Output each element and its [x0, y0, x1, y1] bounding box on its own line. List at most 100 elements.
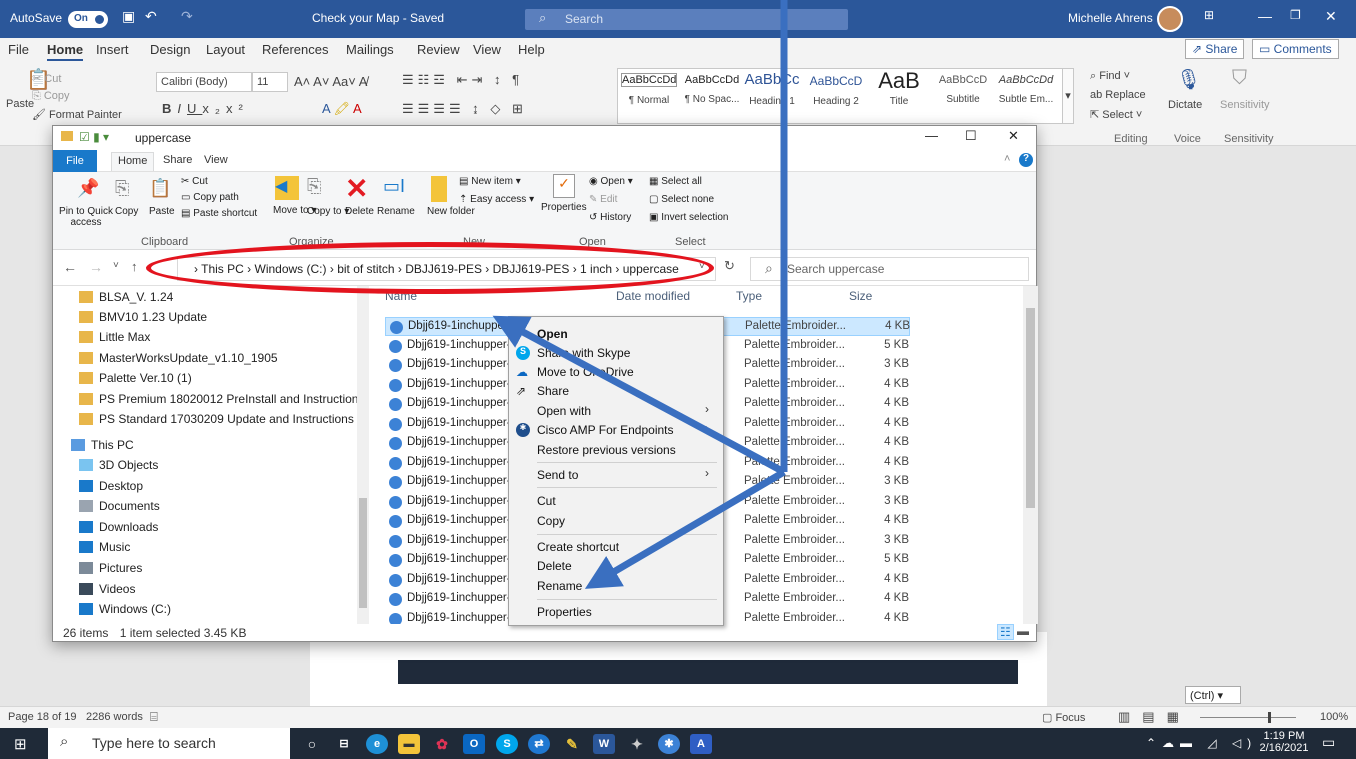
- menu-item-share[interactable]: Share: [537, 384, 569, 398]
- minimize-icon[interactable]: —: [925, 128, 938, 143]
- back-icon[interactable]: ←: [63, 259, 77, 275]
- menu-review[interactable]: Review: [417, 42, 460, 57]
- new-item-button[interactable]: ▤ New item ▾: [459, 176, 521, 187]
- menu-view[interactable]: View: [473, 42, 501, 57]
- skype-icon[interactable]: S: [496, 734, 518, 754]
- sidebar-item[interactable]: Downloads: [79, 520, 158, 534]
- outlook-icon[interactable]: O: [463, 734, 485, 754]
- new-folder-button[interactable]: New folder: [427, 206, 475, 217]
- column-header-type[interactable]: Type: [736, 289, 762, 303]
- refresh-icon[interactable]: ↻: [724, 258, 735, 274]
- font-size-select[interactable]: 11: [252, 72, 288, 92]
- properties-button[interactable]: Properties: [541, 202, 587, 213]
- zoom-slider[interactable]: [1200, 717, 1296, 718]
- zoom-slider-thumb[interactable]: [1268, 712, 1271, 723]
- navigation-pane[interactable]: BLSA_V. 1.24 BMV10 1.23 Update Little Max M…: [53, 286, 371, 624]
- file-explorer-icon[interactable]: ▬: [398, 734, 420, 754]
- copy-button[interactable]: ⎘ Copy: [32, 90, 70, 103]
- undo-icon[interactable]: ↶: [145, 8, 157, 25]
- sidebar-item[interactable]: BMV10 1.23 Update: [79, 310, 207, 324]
- restore-icon[interactable]: ❐: [1290, 8, 1301, 22]
- menu-item-rename[interactable]: Rename: [537, 579, 582, 593]
- focus-button[interactable]: ▢ Focus: [1042, 711, 1085, 724]
- task-view-icon[interactable]: ⊟: [333, 734, 355, 754]
- embroidery-app-icon[interactable]: ✿: [431, 734, 453, 754]
- sidebar-item[interactable]: BLSA_V. 1.24: [79, 290, 173, 304]
- cut-button[interactable]: ✂ Cut: [32, 72, 61, 85]
- paint-app-icon[interactable]: ✎: [561, 734, 583, 754]
- style-heading-1[interactable]: AaBbCc Heading 1: [742, 68, 802, 124]
- sensitivity-icon[interactable]: ⛉: [1232, 67, 1247, 90]
- format-painter-button[interactable]: 🖌 Format Painter: [32, 108, 122, 121]
- zoom-level[interactable]: 100%: [1320, 711, 1348, 723]
- tab-home[interactable]: Home: [111, 152, 155, 171]
- minimize-icon[interactable]: —: [1258, 8, 1272, 24]
- menu-item-open[interactable]: Open: [537, 327, 568, 341]
- tab-view[interactable]: View: [204, 154, 228, 166]
- sidebar-item[interactable]: 3D Objects: [79, 458, 158, 472]
- style-normal[interactable]: AaBbCcDd ¶ Normal: [619, 68, 679, 124]
- ribbon-collapse-icon[interactable]: ˄: [1004, 153, 1010, 165]
- microphone-icon[interactable]: 🎙: [1176, 67, 1201, 92]
- palette-app-icon[interactable]: ✦: [626, 734, 648, 754]
- view-mode-icons[interactable]: ▥▤▦: [1118, 709, 1191, 725]
- search-input[interactable]: ⌕ Search uppercase: [750, 257, 1029, 281]
- system-tray-icons[interactable]: ⌃☁▬ ◿ ◁): [1146, 736, 1257, 750]
- cortana-icon[interactable]: ○: [301, 734, 323, 754]
- easy-access-button[interactable]: ⇡ Easy access ▾: [459, 194, 534, 205]
- menu-item-share-with-skype[interactable]: Share with Skype: [537, 346, 630, 360]
- font-grow-shrink-icons[interactable]: A˄ A˅ Aa˅ A̸: [294, 74, 367, 89]
- details-view-icon[interactable]: ☷: [997, 624, 1014, 640]
- taskbar-search-box[interactable]: ⌕ Type here to search: [48, 728, 290, 759]
- history-button[interactable]: ↺ History: [589, 212, 631, 223]
- menu-file[interactable]: File: [8, 42, 29, 57]
- file-list-scrollbar-thumb[interactable]: [1026, 308, 1035, 508]
- sidebar-item[interactable]: Music: [79, 540, 130, 554]
- quick-access-toolbar-icons[interactable]: ☑ ▮ ▾: [79, 130, 109, 144]
- menu-item-create-shortcut[interactable]: Create shortcut: [537, 540, 619, 554]
- sidebar-item[interactable]: MasterWorksUpdate_v1.10_1905: [79, 351, 278, 365]
- sidebar-item[interactable]: Documents: [79, 499, 160, 513]
- column-header-date[interactable]: Date modified: [616, 289, 690, 303]
- share-button[interactable]: ⇗ Share: [1185, 39, 1245, 59]
- cut-button[interactable]: ✂ Cut: [181, 176, 208, 187]
- comments-button[interactable]: ▭ Comments: [1252, 39, 1339, 59]
- ribbon-display-icon[interactable]: ⊞: [1204, 8, 1214, 22]
- teamviewer-icon[interactable]: ⇄: [528, 734, 550, 754]
- find-button[interactable]: ⌕ Find ˅: [1090, 70, 1130, 83]
- autosave-toggle[interactable]: On: [68, 11, 108, 28]
- font-formatting-icons[interactable]: BIUx₂x²: [162, 101, 249, 116]
- help-icon[interactable]: ?: [1019, 153, 1033, 167]
- text-color-icons[interactable]: A 🖍 A: [322, 101, 362, 117]
- sensitivity-button[interactable]: Sensitivity: [1220, 99, 1270, 111]
- sidebar-item[interactable]: Desktop: [79, 479, 143, 493]
- copy-path-button[interactable]: ▭ Copy path: [181, 192, 239, 203]
- alignment-icons[interactable]: ☰☰☰☰ ↨ ◇ ⊞: [402, 101, 527, 117]
- recent-locations-icon[interactable]: ˅: [113, 260, 119, 271]
- sidebar-item[interactable]: Videos: [79, 582, 135, 596]
- edit-button[interactable]: ✎ Edit: [589, 194, 617, 205]
- explorer-title-bar[interactable]: ☑ ▮ ▾ uppercase — ☐ ✕: [53, 126, 1036, 150]
- rename-button[interactable]: Rename: [377, 206, 415, 217]
- page-count[interactable]: Page 18 of 19: [8, 711, 77, 723]
- style-subtle-emphasis[interactable]: AaBbCcDd Subtle Em...: [996, 68, 1056, 124]
- menu-item-restore-previous-versions[interactable]: Restore previous versions: [537, 443, 676, 457]
- select-none-button[interactable]: ▢ Select none: [649, 194, 714, 205]
- pin-quick-access-button[interactable]: Pin to Quick access: [57, 206, 115, 228]
- up-icon[interactable]: ↑: [131, 259, 138, 274]
- palette-embroidery-icon[interactable]: ✱: [658, 734, 680, 754]
- copy-button[interactable]: Copy: [115, 206, 138, 217]
- edge-icon[interactable]: e: [366, 734, 388, 754]
- sidebar-item[interactable]: PS Premium 18020012 PreInstall and Instr…: [79, 392, 364, 406]
- paste-button[interactable]: Paste: [149, 206, 175, 217]
- style-subtitle[interactable]: AaBbCcD Subtitle: [933, 68, 993, 124]
- open-button[interactable]: ◉ Open ▾: [589, 176, 633, 187]
- notifications-icon[interactable]: ▭: [1322, 734, 1335, 751]
- proofing-icon[interactable]: ⌸: [150, 709, 158, 725]
- tab-share[interactable]: Share: [163, 154, 192, 166]
- menu-insert[interactable]: Insert: [96, 42, 129, 57]
- paste-shortcut-button[interactable]: ▤ Paste shortcut: [181, 208, 257, 219]
- style-no-spacing[interactable]: AaBbCcDd ¶ No Spac...: [682, 68, 742, 124]
- sidebar-item[interactable]: Windows (C:): [79, 602, 171, 616]
- paste-options-button[interactable]: (Ctrl) ▾: [1185, 686, 1241, 704]
